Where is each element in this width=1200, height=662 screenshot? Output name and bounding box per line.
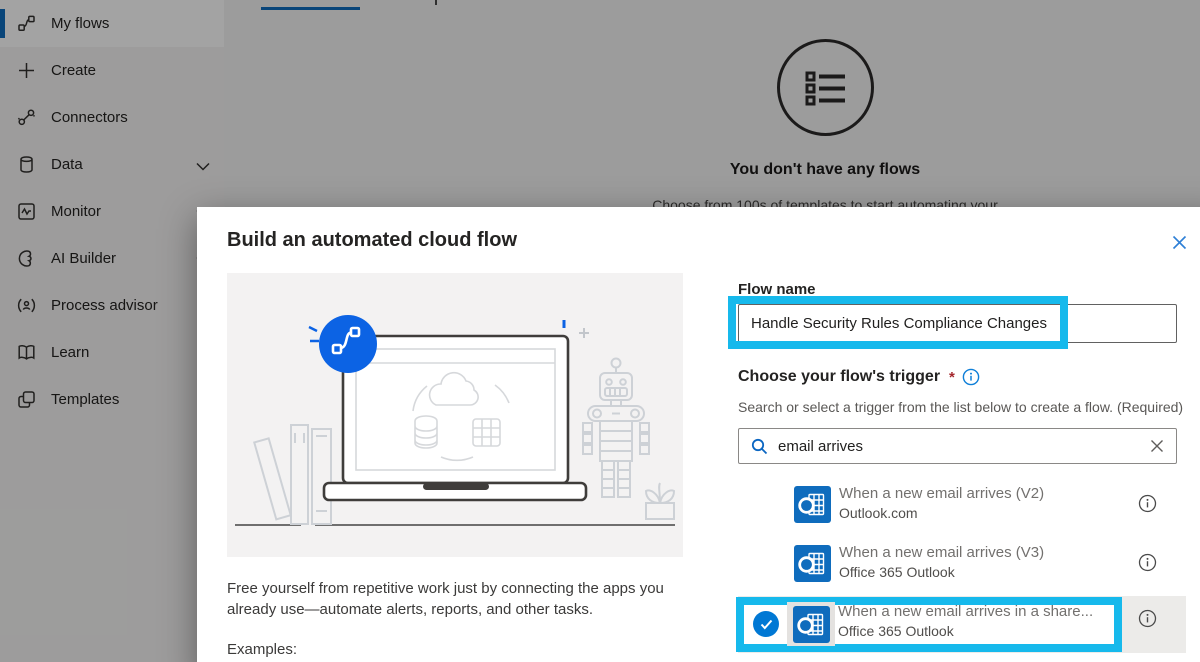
clear-search-icon[interactable] [1150, 439, 1164, 453]
trigger-row[interactable]: When a new email arrives (V2) Outlook.co… [738, 481, 1186, 539]
search-icon [751, 438, 768, 455]
trigger-section-label: Choose your flow's trigger [738, 368, 940, 386]
trigger-title: When a new email arrives in a share... [838, 603, 1093, 620]
power-automate-badge [309, 315, 377, 373]
cloud-flow-illustration [227, 273, 683, 557]
info-icon[interactable] [1138, 609, 1157, 628]
info-icon[interactable] [1138, 494, 1157, 513]
build-automated-flow-dialog: Build an automated cloud flow [197, 207, 1200, 662]
flow-name-label: Flow name [738, 281, 816, 298]
trigger-search-box[interactable] [738, 428, 1177, 464]
flow-name-input[interactable] [738, 304, 1177, 343]
trigger-label-row: Choose your flow's trigger * [738, 368, 980, 386]
trigger-help-text: Search or select a trigger from the list… [738, 399, 1183, 415]
trigger-title: When a new email arrives (V2) [839, 485, 1044, 502]
dialog-title: Build an automated cloud flow [227, 229, 517, 252]
info-icon-blue[interactable] [962, 368, 980, 386]
trigger-subtitle: Outlook.com [839, 505, 918, 521]
trigger-row-selected-content[interactable]: When a new email arrives in a share... O… [738, 596, 1122, 653]
close-icon[interactable] [1168, 231, 1190, 253]
trigger-title: When a new email arrives (V3) [839, 544, 1044, 561]
required-asterisk: * [947, 369, 955, 386]
outlook-icon [793, 606, 830, 643]
outlook-icon [794, 486, 831, 523]
examples-label: Examples: [227, 641, 297, 658]
outlook-icon [794, 545, 831, 582]
trigger-row[interactable]: When a new email arrives (V3) Office 365… [738, 540, 1186, 598]
trigger-subtitle: Office 365 Outlook [839, 564, 955, 580]
trigger-search-input[interactable] [778, 438, 1140, 455]
selected-check-icon [753, 611, 779, 637]
info-icon[interactable] [1138, 553, 1157, 572]
dialog-description: Free yourself from repetitive work just … [227, 578, 695, 620]
trigger-subtitle: Office 365 Outlook [838, 623, 954, 639]
